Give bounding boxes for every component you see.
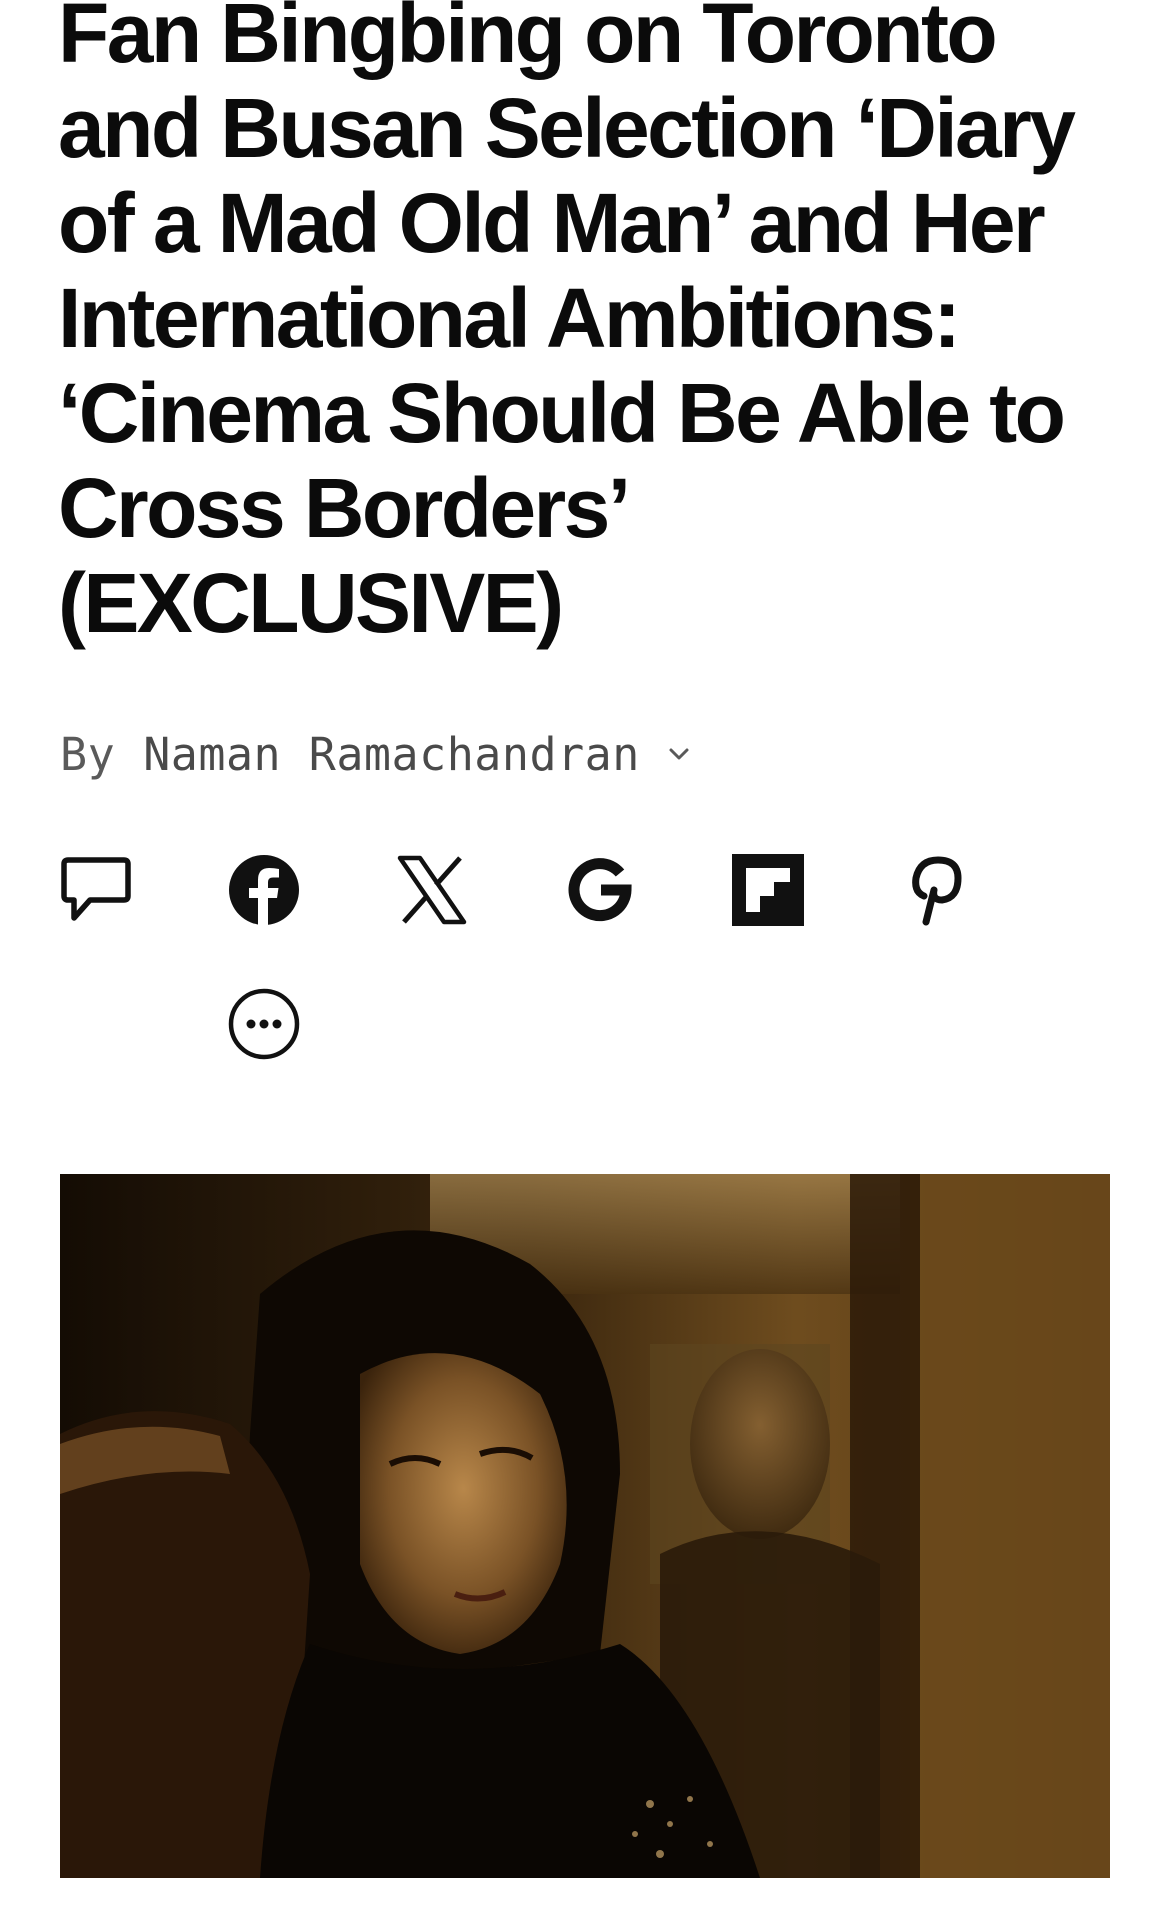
flipboard-icon (732, 854, 804, 926)
pinterest-icon (904, 854, 968, 926)
share-pinterest-button[interactable] (898, 852, 974, 928)
comment-button[interactable] (58, 852, 134, 928)
article-headline: Fan Bingbing on Toronto and Busan Select… (58, 0, 1076, 650)
share-bar (58, 852, 1058, 1072)
more-icon (228, 988, 300, 1060)
x-icon (396, 854, 468, 926)
share-google-button[interactable] (562, 852, 638, 928)
author-name[interactable]: Naman Ramachandran (143, 728, 640, 781)
chevron-down-icon[interactable] (666, 741, 692, 767)
comment-icon (60, 854, 132, 926)
share-x-button[interactable] (394, 852, 470, 928)
hero-image (60, 1174, 1110, 1878)
more-share-button[interactable] (226, 986, 302, 1062)
facebook-icon (228, 854, 300, 926)
share-flipboard-button[interactable] (730, 852, 806, 928)
byline: By Naman Ramachandran (60, 726, 692, 782)
share-facebook-button[interactable] (226, 852, 302, 928)
google-icon (568, 858, 632, 922)
byline-prefix: By (60, 727, 116, 781)
